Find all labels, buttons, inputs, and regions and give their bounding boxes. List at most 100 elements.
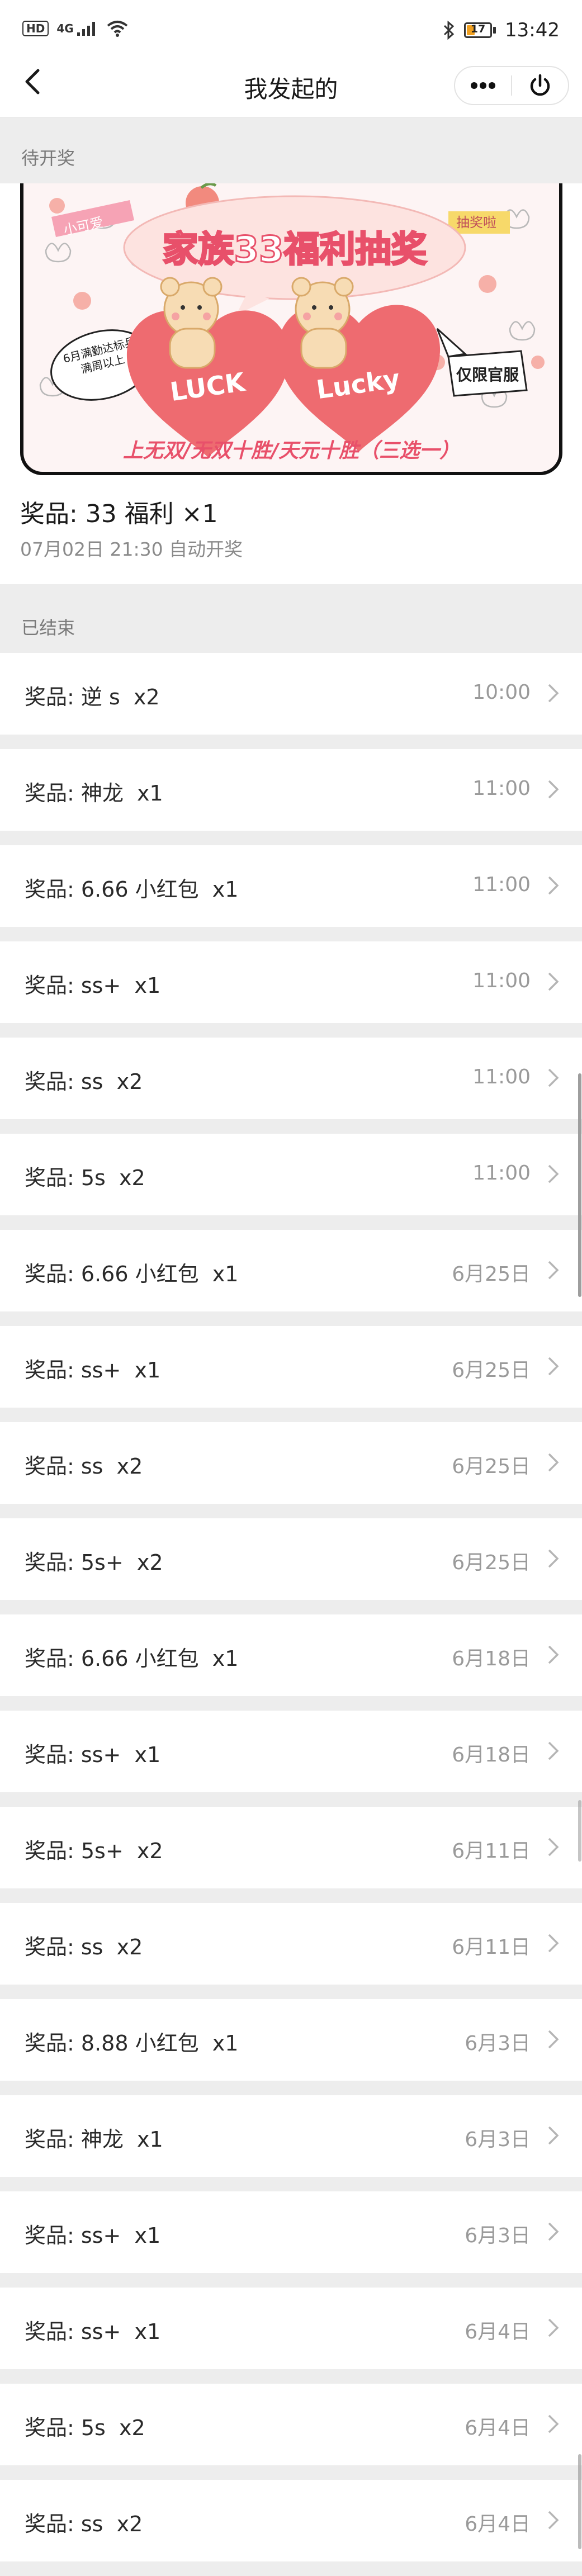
- ended-lottery-row[interactable]: 奖品: ss x2 6月4日: [0, 2480, 582, 2561]
- chevron-right-icon: [548, 1549, 559, 1568]
- ended-prize: 奖品: 5s+ x2: [25, 1839, 163, 1863]
- pending-draw-time: 07月02日 21:30 自动开奖: [20, 538, 243, 560]
- ended-prize: 奖品: ss x2: [25, 1935, 143, 1959]
- bluetooth-icon: [443, 21, 455, 40]
- ended-prize: 奖品: 6.66 小红包 x1: [25, 877, 239, 902]
- svg-text:抽奖啦: 抽奖啦: [456, 215, 496, 230]
- ended-lottery-row[interactable]: 奖品: 6.66 小红包 x1 6月25日: [0, 1230, 582, 1311]
- chevron-right-icon: [548, 2030, 559, 2049]
- more-dots-icon: [471, 82, 495, 89]
- chevron-right-icon: [548, 1068, 559, 1087]
- ended-lottery-row[interactable]: 奖品: ss+ x1 6月25日: [0, 1326, 582, 1408]
- ended-date: 6月25日: [452, 1359, 531, 1382]
- ended-lottery-row[interactable]: 奖品: ss x2 6月25日: [0, 1422, 582, 1504]
- ended-prize: 奖品: 5s+ x2: [25, 1550, 163, 1575]
- ended-prize: 奖品: 8.88 小红包 x1: [25, 2031, 239, 2056]
- ended-lottery-row[interactable]: 奖品: 神龙 x1 6月3日: [0, 2095, 582, 2177]
- bear-right: [291, 277, 354, 369]
- battery-level: 17: [470, 23, 486, 35]
- ended-lottery-row[interactable]: 奖品: 8.88 小红包 x1 6月3日: [0, 1999, 582, 2081]
- ended-lottery-row[interactable]: 奖品: ss+ x1 6月4日: [0, 2288, 582, 2369]
- ended-lottery-row[interactable]: 奖品: ss+ x1 6月18日: [0, 1711, 582, 1792]
- chevron-right-icon: [548, 780, 559, 799]
- scrollbar-thumb[interactable]: [578, 1073, 581, 1297]
- ended-lottery-row[interactable]: 奖品: 6.66 小红包 x1 6月18日: [0, 1614, 582, 1696]
- ended-prize: 奖品: ss+ x1: [25, 1358, 161, 1382]
- ended-prize: 奖品: ss+ x1: [25, 1742, 161, 1767]
- chevron-right-icon: [548, 684, 559, 703]
- ended-prize: 奖品: 6.66 小红包 x1: [25, 1262, 239, 1286]
- ended-prize: 奖品: 6.66 小红包 x1: [25, 1646, 239, 1671]
- status-right: 17 13:42: [443, 19, 560, 41]
- ended-prize: 奖品: ss+ x1: [25, 973, 161, 998]
- ended-date: 6月18日: [452, 1647, 531, 1670]
- ended-prize: 奖品: 神龙 x1: [25, 2127, 163, 2152]
- corner-tag-right: 抽奖啦: [448, 211, 510, 234]
- pending-lottery-card[interactable]: 小可爱 抽奖啦 家族33福利抽奖 6月满勤达标兵满周以上 LUCK Lucky …: [0, 183, 582, 584]
- ended-date: 6月4日: [465, 2321, 531, 2343]
- ended-date: 11:00: [472, 873, 531, 896]
- chevron-right-icon: [548, 2414, 559, 2433]
- ended-date: 6月25日: [452, 1263, 531, 1286]
- ended-lottery-row[interactable]: 奖品: ss x2 6月11日: [0, 1903, 582, 1985]
- chevron-right-icon: [548, 972, 559, 991]
- chevron-right-icon: [548, 1261, 559, 1280]
- status-left: HD 4G: [22, 20, 129, 37]
- scrollbar-track-mark: [578, 2454, 581, 2549]
- chevron-right-icon: [548, 1741, 559, 1760]
- battery-icon: 17: [464, 22, 496, 38]
- lottery-banner: 小可爱 抽奖啦 家族33福利抽奖 6月满勤达标兵满周以上 LUCK Lucky …: [20, 183, 562, 475]
- ended-prize: 奖品: 5s x2: [25, 1166, 145, 1190]
- ended-date: 6月25日: [452, 1455, 531, 1478]
- ended-prize: 奖品: ss x2: [25, 1454, 143, 1479]
- chevron-right-icon: [548, 1934, 559, 1953]
- ended-date: 11:00: [472, 1162, 531, 1185]
- ended-lottery-row[interactable]: 奖品: 5s+ x2 6月11日: [0, 1807, 582, 1888]
- svg-text:仅限官服: 仅限官服: [456, 366, 519, 384]
- hd-badge: HD: [22, 21, 49, 36]
- ended-prize: 奖品: ss x2: [25, 2512, 143, 2536]
- ended-lottery-row[interactable]: 奖品: ss+ x1 6月3日: [0, 2191, 582, 2273]
- chevron-right-icon: [548, 1645, 559, 1664]
- ended-lottery-row[interactable]: 奖品: 5s+ x2 6月25日: [0, 1518, 582, 1600]
- ended-prize: 奖品: 5s x2: [25, 2416, 145, 2440]
- chevron-right-icon: [548, 1164, 559, 1183]
- banner-bottom-text: 上无双/无双十胜/天元十胜（三选一）: [123, 439, 460, 462]
- ended-date: 10:00: [472, 681, 531, 704]
- ended-lottery-row[interactable]: 奖品: 5s x2 6月4日: [0, 2384, 582, 2465]
- ended-date: 11:00: [472, 969, 531, 992]
- ended-lottery-row[interactable]: 奖品: ss+ x1 11:00: [0, 941, 582, 1023]
- ended-date: 6月4日: [465, 2513, 531, 2536]
- ended-prize: 奖品: ss+ x1: [25, 2223, 161, 2248]
- ended-date: 6月11日: [452, 1936, 531, 1959]
- more-button[interactable]: [455, 67, 511, 104]
- ended-date: 6月4日: [465, 2417, 531, 2440]
- status-time: 13:42: [505, 19, 560, 41]
- wifi-icon: [107, 21, 127, 37]
- scrollbar-track-mark: [578, 1800, 581, 1862]
- official-only-badge: 仅限官服: [436, 328, 528, 397]
- ended-prize: 奖品: ss x2: [25, 1069, 143, 1094]
- mini-program-capsule: [454, 66, 569, 105]
- close-button[interactable]: [512, 67, 568, 104]
- chevron-right-icon: [548, 2511, 559, 2530]
- chevron-right-icon: [548, 2222, 559, 2241]
- ended-date: 11:00: [472, 777, 531, 800]
- bear-left: [160, 277, 223, 369]
- ended-prize: 奖品: ss+ x1: [25, 2319, 161, 2344]
- nav-bar: 我发起的: [0, 51, 582, 117]
- section-ended-header: 已结束: [21, 617, 75, 638]
- pending-prize: 奖品: 33 福利 ×1: [20, 500, 218, 528]
- ended-date: 6月18日: [452, 1744, 531, 1767]
- chevron-right-icon: [548, 2126, 559, 2145]
- ended-date: 6月25日: [452, 1551, 531, 1574]
- ended-lottery-row[interactable]: 奖品: 6.66 小红包 x1 11:00: [0, 845, 582, 927]
- ended-lottery-row[interactable]: 奖品: 逆 s x2 10:00: [0, 653, 582, 735]
- ended-prize: 奖品: 神龙 x1: [25, 781, 163, 806]
- ended-lottery-row[interactable]: 奖品: 神龙 x1 11:00: [0, 749, 582, 831]
- banner-art: 小可爱 抽奖啦 家族33福利抽奖 6月满勤达标兵满周以上 LUCK Lucky …: [39, 183, 545, 462]
- ended-lottery-row[interactable]: 奖品: ss x2 11:00: [0, 1038, 582, 1119]
- chevron-right-icon: [548, 1838, 559, 1857]
- power-icon: [530, 74, 550, 96]
- ended-lottery-row[interactable]: 奖品: 5s x2 11:00: [0, 1134, 582, 1215]
